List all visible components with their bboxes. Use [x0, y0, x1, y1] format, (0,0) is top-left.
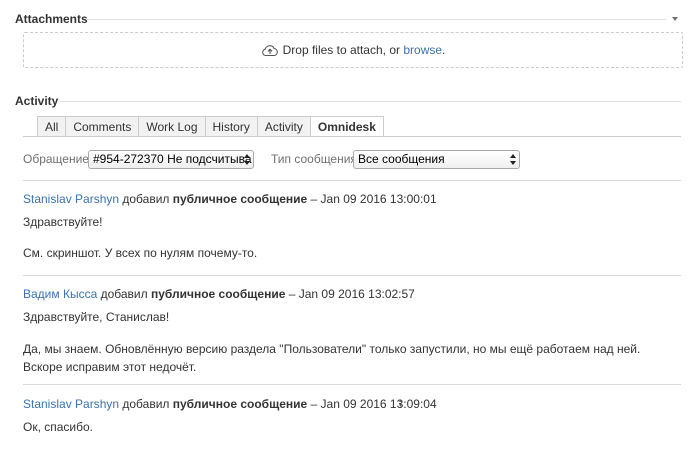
message-type-select-value: Все сообщения [358, 152, 445, 166]
divider [23, 180, 681, 181]
divider [23, 384, 681, 385]
appeal-filter-label: Обращение: [23, 152, 93, 166]
dropzone-text: Drop files to attach, or [282, 43, 400, 57]
chevron-down-icon[interactable] [672, 17, 678, 21]
tab-history[interactable]: History [205, 116, 258, 137]
message-paragraph: См. скриншот. У всех по нулям почему-то. [23, 246, 258, 260]
activity-header: Activity [15, 94, 59, 108]
dropzone-suffix: . [442, 43, 446, 57]
attachments-divider [86, 19, 666, 20]
action-text: добавил [97, 287, 151, 301]
timestamp: – Jan 09 2016 13:00:01 [307, 192, 437, 206]
select-arrows-icon [244, 153, 250, 166]
message-kind: публичное сообщение [150, 287, 286, 301]
appeal-select[interactable]: #954-272370 Не подсчитыва [88, 150, 254, 169]
message-kind: публичное сообщение [172, 397, 308, 411]
appeal-select-value: #954-272370 Не подсчитыва [93, 152, 252, 166]
action-text: добавил [119, 397, 173, 411]
message-header: Вадим Кысса добавил публичное сообщение … [23, 287, 415, 301]
message-paragraph: Здравствуйте, Станислав! [23, 310, 170, 324]
timestamp: – Jan 09 2016 13:02:57 [285, 287, 415, 301]
tabs-baseline [23, 136, 681, 137]
attachments-dropzone[interactable]: Drop files to attach, or browse. [23, 32, 683, 68]
message-type-select[interactable]: Все сообщения [353, 150, 520, 169]
tab-omnidesk[interactable]: Omnidesk [310, 116, 384, 137]
timestamp: – Jan 09 2016 13:09:04 [307, 397, 437, 411]
activity-tabs: All Comments Work Log History Activity O… [37, 116, 384, 137]
tab-activity[interactable]: Activity [257, 116, 311, 137]
author-link[interactable]: Вадим Кысса [23, 287, 97, 301]
activity-divider [60, 101, 681, 102]
author-link[interactable]: Stanislav Parshyn [23, 397, 119, 411]
divider [23, 275, 681, 276]
cloud-upload-icon [261, 45, 278, 57]
tab-work-log[interactable]: Work Log [139, 116, 206, 137]
browse-link[interactable]: browse [403, 43, 442, 57]
message-paragraph: Здравствуйте! [23, 215, 103, 229]
sort-arrows-icon[interactable] [399, 399, 402, 407]
tab-all[interactable]: All [37, 116, 67, 137]
message-paragraph: Да, мы знаем. Обновлённую версию раздела… [23, 342, 641, 374]
message-header: Stanislav Parshyn добавил публичное сооб… [23, 397, 437, 411]
message-header: Stanislav Parshyn добавил публичное сооб… [23, 192, 437, 206]
select-arrows-icon [510, 153, 516, 166]
tab-comments[interactable]: Comments [66, 116, 140, 137]
message-kind: публичное сообщение [172, 192, 308, 206]
message-paragraph: Ок, спасибо. [23, 420, 94, 434]
author-link[interactable]: Stanislav Parshyn [23, 192, 119, 206]
action-text: добавил [119, 192, 173, 206]
attachments-header: Attachments [15, 12, 88, 26]
message-type-label: Тип сообщения: [271, 152, 361, 166]
